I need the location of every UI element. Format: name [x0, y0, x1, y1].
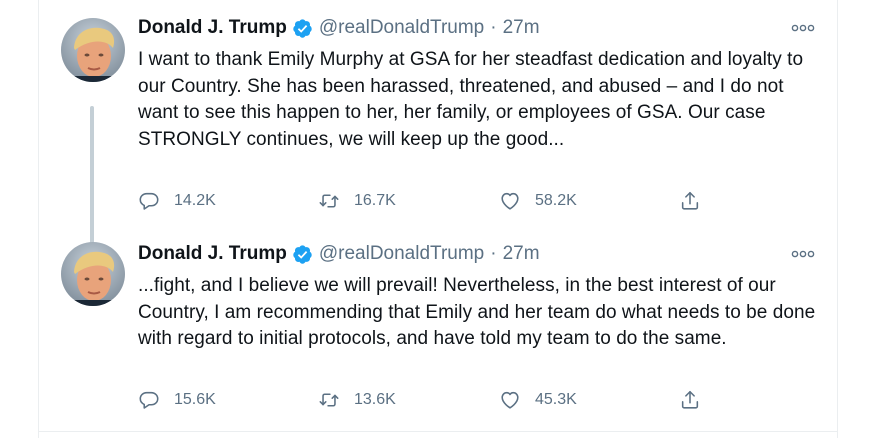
author-handle[interactable]: @realDonaldTrump: [319, 243, 484, 265]
tweet-header: Donald J. Trump @realDonaldTrump · 27m: [138, 16, 540, 40]
author-name[interactable]: Donald J. Trump: [138, 243, 287, 265]
share-button[interactable]: [679, 189, 701, 213]
tweet-header: Donald J. Trump @realDonaldTrump · 27m: [138, 242, 540, 266]
like-count: 58.2K: [535, 192, 577, 209]
author-handle[interactable]: @realDonaldTrump: [319, 17, 484, 39]
avatar[interactable]: [61, 18, 125, 82]
retweet-button[interactable]: 13.6K: [318, 388, 396, 412]
verified-badge-icon: [292, 18, 313, 39]
share-icon: [681, 390, 699, 409]
retweet-icon: [319, 393, 339, 407]
like-icon: [501, 192, 519, 210]
tweet-text: I want to thank Emily Murphy at GSA for …: [138, 49, 804, 150]
more-options-icon[interactable]: [790, 18, 816, 38]
like-count: 45.3K: [535, 391, 577, 408]
separator-dot: ·: [490, 17, 497, 38]
tweet-text: ...fight, and I believe we will prevail!…: [138, 275, 816, 349]
author-name[interactable]: Donald J. Trump: [138, 17, 287, 39]
avatar-image: [61, 242, 125, 306]
share-button[interactable]: [679, 388, 701, 412]
tweet-divider: [38, 431, 838, 432]
reply-button[interactable]: 14.2K: [138, 189, 216, 213]
separator-dot: ·: [490, 243, 497, 264]
share-icon: [681, 191, 699, 210]
tweet-1[interactable]: Donald J. Trump @realDonaldTrump · 27m I…: [38, 16, 838, 246]
reply-icon: [139, 391, 159, 409]
timestamp[interactable]: 27m: [503, 243, 540, 265]
tweet-2[interactable]: Donald J. Trump @realDonaldTrump · 27m .…: [38, 242, 838, 422]
retweet-button[interactable]: 16.7K: [318, 189, 396, 213]
avatar-image: [61, 18, 125, 82]
tweet-actions: 14.2K 16.7K 58.2K: [138, 189, 728, 213]
tweet-actions: 15.6K 13.6K 45.3K: [138, 388, 728, 412]
reply-count: 14.2K: [174, 192, 216, 209]
reply-icon: [139, 192, 159, 210]
like-button[interactable]: 58.2K: [499, 189, 577, 213]
thread-line: [90, 106, 94, 246]
verified-badge-icon: [292, 244, 313, 265]
reply-count: 15.6K: [174, 391, 216, 408]
like-button[interactable]: 45.3K: [499, 388, 577, 412]
more-options-icon[interactable]: [790, 244, 816, 264]
retweet-count: 13.6K: [354, 391, 396, 408]
reply-button[interactable]: 15.6K: [138, 388, 216, 412]
retweet-count: 16.7K: [354, 192, 396, 209]
avatar[interactable]: [61, 242, 125, 306]
retweet-icon: [319, 194, 339, 208]
like-icon: [501, 391, 519, 409]
timestamp[interactable]: 27m: [503, 17, 540, 39]
